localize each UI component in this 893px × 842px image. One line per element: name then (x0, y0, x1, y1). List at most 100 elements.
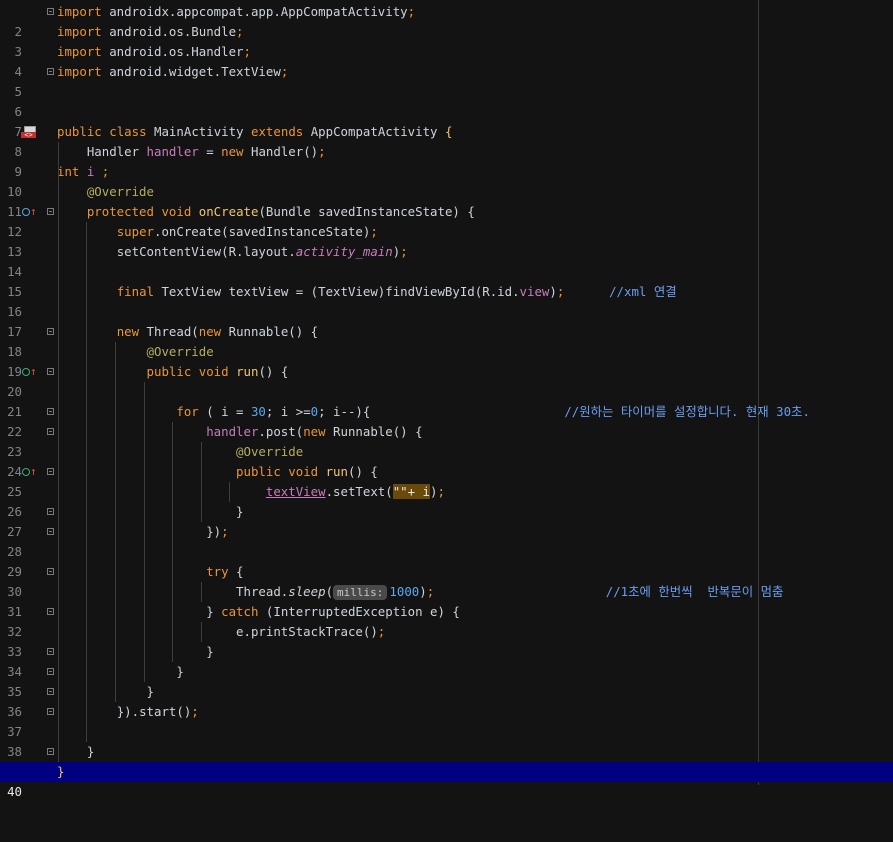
implement-marker-icon[interactable]: ↑ (22, 466, 37, 477)
fold-toggle-icon[interactable] (47, 648, 54, 655)
code-line[interactable]: 3 import android.os.Bundle; (0, 22, 893, 59)
code-text: protected void onCreate(Bundle savedInst… (86, 204, 475, 219)
code-line[interactable]: 15 (0, 262, 893, 299)
code-line[interactable]: 4 import android.os.Handler; (0, 42, 893, 79)
code-line[interactable]: 8 <> public class MainActivity extends A… (0, 122, 893, 159)
fold-toggle-icon[interactable] (47, 568, 54, 575)
code-text: import android.os.Handler; (57, 44, 251, 59)
code-line[interactable]: 35 } (0, 662, 893, 699)
code-text: import android.widget.TextView; (57, 64, 289, 79)
code-line[interactable]: 7 (0, 102, 893, 139)
current-code-line[interactable]: 40 } (0, 762, 893, 799)
code-line[interactable]: 37 }).start(); (0, 702, 893, 739)
code-text: final TextView textView = (TextView)find… (116, 284, 677, 299)
code-text: import androidx.appcompat.app.AppCompatA… (57, 4, 416, 19)
code-text: try { (206, 564, 244, 579)
code-line[interactable]: 36 } (0, 682, 893, 719)
code-text: public void run() { (236, 464, 378, 479)
fold-toggle-icon[interactable] (47, 668, 54, 675)
code-line[interactable]: 27 } (0, 502, 893, 539)
code-text: } (236, 504, 244, 519)
code-line[interactable]: 23 handler.post(new Runnable() { (0, 422, 893, 459)
indent-guide (86, 222, 87, 742)
fold-toggle-icon[interactable] (47, 748, 54, 755)
code-text: @Override (236, 444, 304, 459)
code-line[interactable]: 10 int i ; (0, 162, 893, 199)
code-text: }); (206, 524, 229, 539)
indent-guide (58, 142, 59, 762)
code-line[interactable]: 32 } catch (InterruptedException e) { (0, 602, 893, 639)
code-text: Handler handler = new Handler(); (86, 144, 326, 159)
code-line[interactable]: 9 Handler handler = new Handler(); (0, 142, 893, 179)
code-line[interactable]: 13 super.onCreate(savedInstanceState); (0, 222, 893, 259)
indent-guide (201, 442, 202, 522)
code-line[interactable]: 31 Thread.sleep(millis: 1000); //1초에 한번씩 … (0, 582, 893, 619)
fold-toggle-icon[interactable] (47, 528, 54, 535)
indent-guide (201, 622, 202, 642)
fold-toggle-icon[interactable] (47, 708, 54, 715)
indent-guide (229, 482, 230, 502)
fold-toggle-icon[interactable] (47, 8, 54, 15)
code-text: Thread.sleep(millis: 1000); //1초에 한번씩 반복문… (236, 584, 784, 600)
indent-guide (172, 422, 173, 662)
indent-guide (115, 342, 116, 702)
code-line[interactable]: 25 ↑ public void run() { (0, 462, 893, 499)
highlighted-expression: ""+ i (392, 484, 431, 499)
code-line[interactable]: 6 (0, 82, 893, 119)
code-line[interactable]: 16 final TextView textView = (TextView)f… (0, 282, 893, 319)
code-text: } (146, 684, 154, 699)
code-text: public void run() { (146, 364, 289, 379)
implement-marker-icon[interactable]: ↑ (22, 366, 37, 377)
code-line[interactable]: 28 }); (0, 522, 893, 559)
code-line[interactable]: 26 textView.setText(""+ i); (0, 482, 893, 519)
code-line[interactable]: 17 (0, 302, 893, 339)
code-line[interactable]: 34 } (0, 642, 893, 679)
code-text: for ( i = 30; i >=0; i--){ //원하는 타이머를 설정… (176, 404, 810, 419)
code-line[interactable]: 12 ↑ protected void onCreate(Bundle save… (0, 202, 893, 239)
code-text: super.onCreate(savedInstanceState); (116, 224, 378, 239)
code-text: } catch (InterruptedException e) { (206, 604, 460, 619)
indent-guide (144, 382, 145, 682)
fold-toggle-icon[interactable] (47, 608, 54, 615)
override-marker-icon[interactable]: ↑ (22, 206, 37, 217)
code-text: @Override (146, 344, 214, 359)
code-text: @Override (86, 184, 154, 199)
code-line[interactable]: 39 } (0, 742, 893, 779)
code-line[interactable]: 5 import android.widget.TextView; (0, 62, 893, 99)
fold-toggle-icon[interactable] (47, 428, 54, 435)
parameter-hint: millis: (333, 585, 388, 600)
code-line[interactable]: 2 import androidx.appcompat.app.AppCompa… (0, 2, 893, 39)
code-line[interactable]: 38 (0, 722, 893, 759)
code-text: }).start(); (116, 704, 199, 719)
fold-toggle-icon[interactable] (47, 408, 54, 415)
code-line[interactable]: 30 try { (0, 562, 893, 599)
code-line[interactable]: 14 setContentView(R.layout.activity_main… (0, 242, 893, 279)
code-line[interactable]: 18 new Thread(new Runnable() { (0, 322, 893, 359)
fold-toggle-icon[interactable] (47, 208, 54, 215)
line-number: 40 (7, 784, 22, 799)
code-text: import android.os.Bundle; (57, 24, 244, 39)
code-text: new Thread(new Runnable() { (116, 324, 319, 339)
fold-toggle-icon[interactable] (47, 68, 54, 75)
fold-toggle-icon[interactable] (47, 468, 54, 475)
code-text: } (176, 664, 184, 679)
code-line[interactable]: 33 e.printStackTrace(); (0, 622, 893, 659)
code-text: } (86, 744, 95, 759)
code-line[interactable]: 11 @Override (0, 182, 893, 219)
code-line[interactable]: 24 @Override (0, 442, 893, 479)
code-line[interactable]: 21 (0, 382, 893, 419)
activity-class-icon[interactable]: <> (21, 126, 37, 139)
code-text: } (57, 764, 65, 779)
code-text: setContentView(R.layout.activity_main); (116, 244, 408, 259)
code-line[interactable]: 19 @Override (0, 342, 893, 379)
code-text: e.printStackTrace(); (236, 624, 386, 639)
fold-toggle-icon[interactable] (47, 688, 54, 695)
code-editor[interactable]: 2 import androidx.appcompat.app.AppCompa… (0, 0, 893, 799)
fold-toggle-icon[interactable] (47, 368, 54, 375)
code-line[interactable]: 29 (0, 542, 893, 579)
code-line[interactable]: 20 ↑ public void run() { (0, 362, 893, 399)
code-line[interactable]: 22 for ( i = 30; i >=0; i--){ //원하는 타이머를… (0, 402, 893, 439)
code-text: handler.post(new Runnable() { (206, 424, 423, 439)
fold-toggle-icon[interactable] (47, 328, 54, 335)
fold-toggle-icon[interactable] (47, 508, 54, 515)
